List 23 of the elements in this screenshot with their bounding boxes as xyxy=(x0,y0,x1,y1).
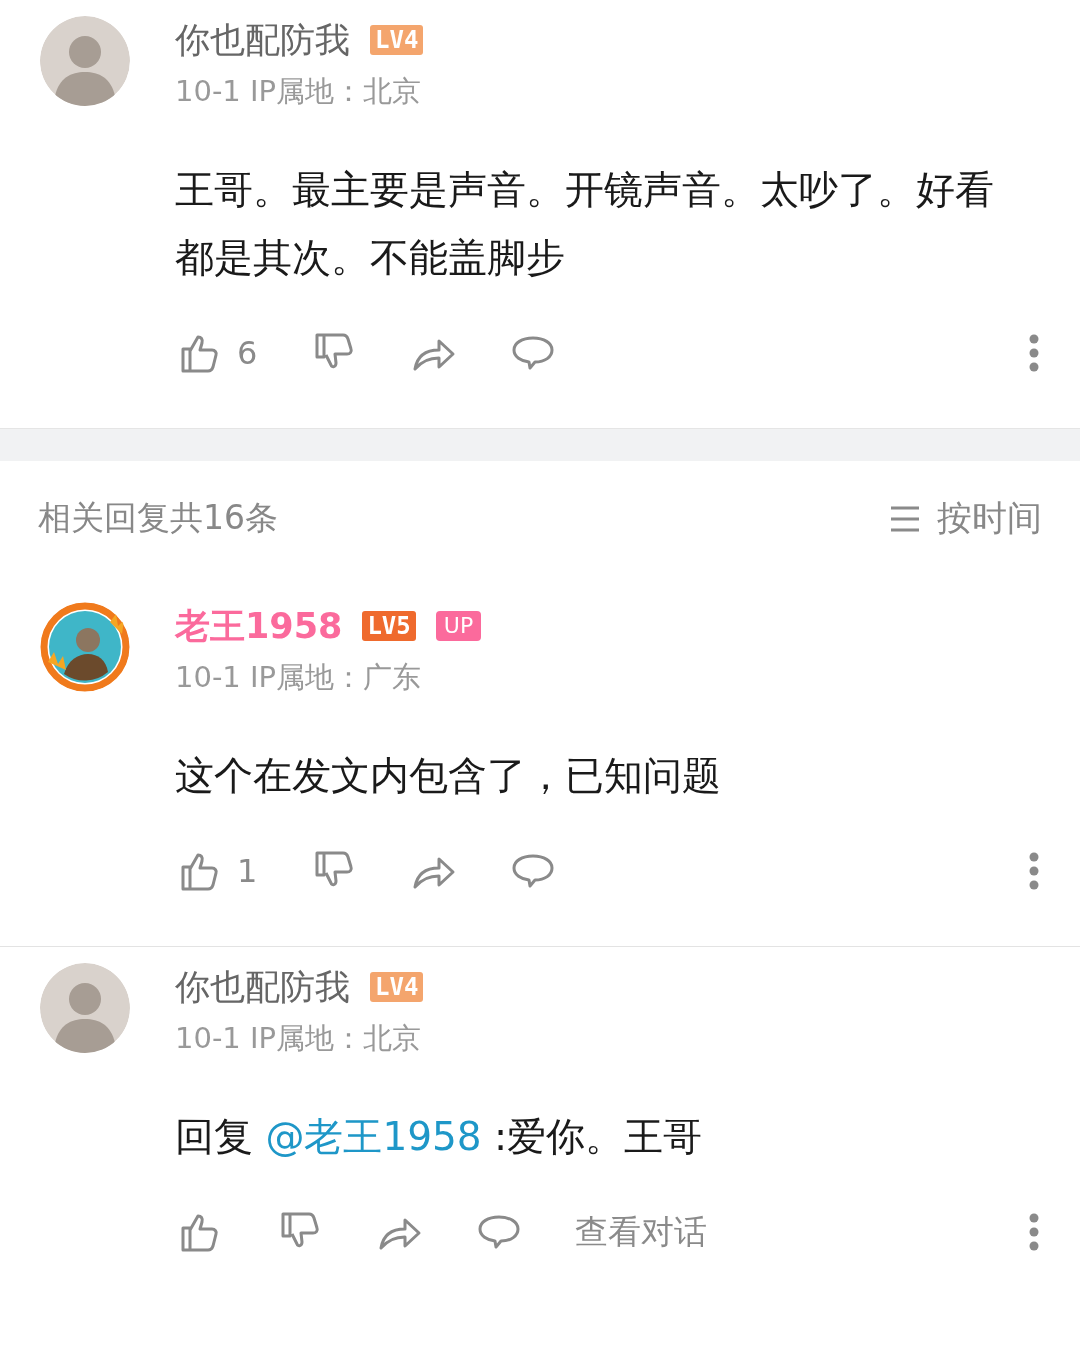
view-dialog-link[interactable]: 查看对话 xyxy=(575,1209,707,1255)
avatar[interactable] xyxy=(40,602,130,692)
username[interactable]: 你也配防我 xyxy=(175,963,350,1011)
more-icon[interactable] xyxy=(1028,851,1040,891)
more-icon[interactable] xyxy=(1028,1212,1040,1252)
mention-link[interactable]: @老王1958 xyxy=(265,1114,482,1159)
comment-meta: 10-1 IP属地：北京 xyxy=(175,73,423,110)
sort-button[interactable]: 按时间 xyxy=(889,495,1042,542)
comment-meta: 10-1 IP属地：北京 xyxy=(175,1020,423,1057)
more-icon[interactable] xyxy=(1028,333,1040,373)
like-count: 1 xyxy=(237,852,258,890)
username[interactable]: 老王1958 xyxy=(175,602,343,650)
level-badge: LV5 xyxy=(362,611,416,641)
reply-count: 相关回复共16条 xyxy=(38,497,278,539)
comment-text: 这个在发文内包含了，已知问题 xyxy=(175,752,722,800)
up-badge: UP xyxy=(435,611,482,641)
username[interactable]: 你也配防我 xyxy=(175,16,350,64)
like-count: 6 xyxy=(237,334,258,372)
level-badge: LV4 xyxy=(370,972,424,1002)
comment-meta: 10-1 IP属地：广东 xyxy=(175,659,423,696)
level-badge: LV4 xyxy=(370,25,424,55)
comment-text: 王哥。最主要是声音。开镜声音。太吵了。好看都是其次。不能盖脚步 xyxy=(175,166,995,282)
comment-text: 回复 @老王1958 :爱你。王哥 xyxy=(175,1113,704,1161)
